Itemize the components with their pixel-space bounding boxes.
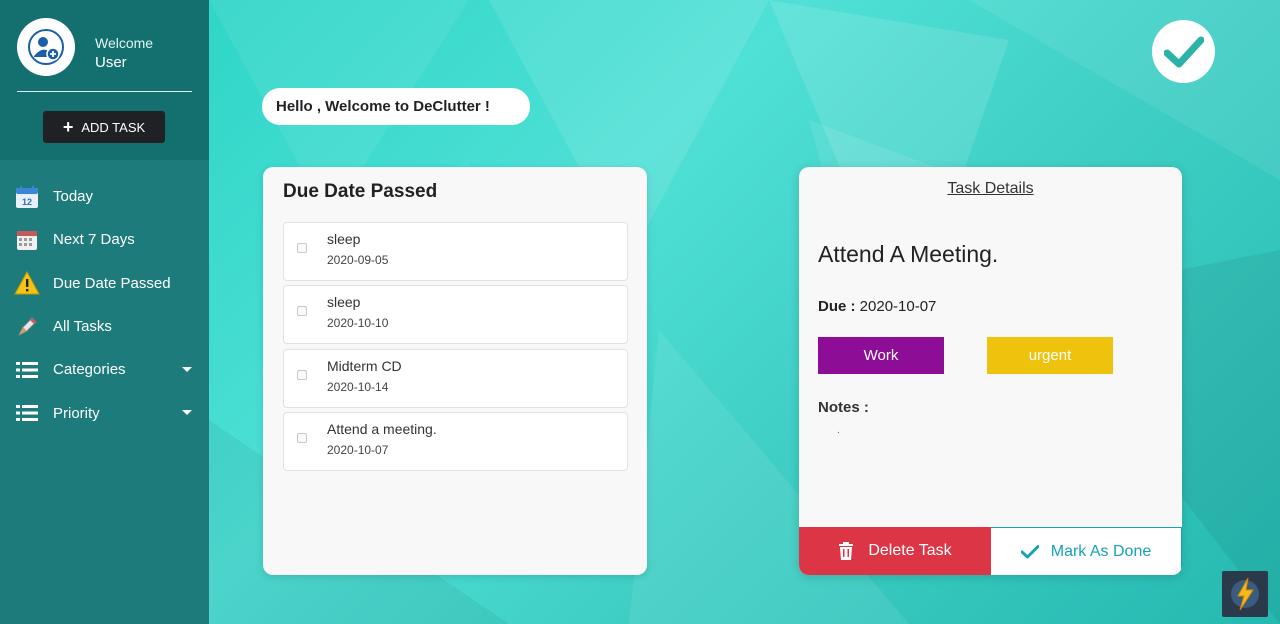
task-date: 2020-10-10 (327, 316, 389, 331)
sidebar-item-label: Priority (53, 404, 100, 422)
chevron-down-icon[interactable] (182, 366, 192, 372)
app-logo-check-icon (1152, 20, 1215, 83)
calendar-week-icon (14, 227, 40, 253)
sidebar-item-due-date-passed[interactable]: Due Date Passed (0, 262, 209, 305)
task-checkbox[interactable] (297, 433, 307, 444)
panel-title: Due Date Passed (283, 181, 438, 202)
list-item[interactable]: Attend a meeting. 2020-10-07 (283, 412, 628, 472)
sidebar-item-categories[interactable]: Categories (0, 348, 209, 391)
greeting-banner: Hello , Welcome to DeClutter ! (262, 88, 530, 125)
sidebar-item-all-tasks[interactable]: All Tasks (0, 305, 209, 348)
sidebar-profile-section: Welcome User + ADD TASK (0, 0, 209, 160)
task-name: sleep (327, 294, 361, 311)
category-badge: Work (818, 337, 944, 374)
due-label: Due : (818, 298, 856, 315)
task-date: 2020-10-14 (327, 379, 389, 394)
due-date-passed-panel: Due Date Passed sleep 2020-09-05 sleep 2… (263, 167, 647, 575)
task-checkbox[interactable] (297, 369, 307, 380)
sidebar-item-label: Next 7 Days (53, 231, 135, 249)
list-item[interactable]: sleep 2020-09-05 (283, 222, 628, 281)
svg-text:12: 12 (22, 197, 32, 207)
task-date: 2020-10-07 (327, 443, 389, 458)
list-item[interactable]: Midterm CD 2020-10-14 (283, 348, 628, 408)
sidebar: Welcome User + ADD TASK 12 Today Next 7 … (0, 0, 209, 624)
task-name: Midterm CD (327, 357, 402, 374)
task-details-header: Task Details (947, 180, 1034, 197)
task-checkbox[interactable] (297, 243, 307, 253)
done-label: Mark As Done (1050, 542, 1152, 560)
main-area: Hello , Welcome to DeClutter ! Due Date … (209, 0, 1280, 624)
add-task-label: ADD TASK (81, 119, 146, 135)
task-due: Due : 2020-10-07 (818, 298, 936, 315)
task-name: sleep (327, 231, 361, 247)
pen-icon (14, 314, 40, 340)
priority-badge: urgent (987, 337, 1113, 374)
list-item[interactable]: sleep 2020-10-10 (283, 285, 628, 345)
task-checkbox[interactable] (297, 306, 307, 317)
sidebar-item-label: Categories (53, 361, 126, 379)
sidebar-item-priority[interactable]: Priority (0, 391, 209, 434)
list-icon (14, 400, 40, 426)
mark-as-done-button[interactable]: Mark As Done (991, 527, 1182, 575)
user-plus-icon (28, 29, 64, 65)
calendar-today-icon: 12 (14, 184, 40, 210)
delete-label: Delete Task (868, 542, 952, 559)
task-list: sleep 2020-09-05 sleep 2020-10-10 Midter… (283, 222, 628, 476)
due-date: 2020-10-07 (859, 298, 937, 315)
notes-text: . (837, 425, 840, 436)
check-icon (1020, 544, 1039, 558)
sidebar-item-label: Due Date Passed (53, 274, 171, 292)
notes-label: Notes : (818, 399, 869, 416)
divider (17, 91, 192, 92)
task-details-panel: Task Details Attend A Meeting. Due : 202… (799, 167, 1182, 575)
welcome-text: Welcome (95, 35, 154, 51)
lightning-icon[interactable] (1222, 571, 1268, 617)
trash-icon (839, 542, 854, 560)
sidebar-nav: 12 Today Next 7 Days Due Date Passed All… (0, 175, 209, 435)
sidebar-item-today[interactable]: 12 Today (0, 175, 209, 218)
sidebar-item-label: All Tasks (53, 318, 112, 336)
avatar[interactable] (17, 18, 75, 76)
task-title: Attend A Meeting. (818, 241, 999, 267)
sidebar-item-label: Today (53, 188, 94, 206)
task-name: Attend a meeting. (327, 421, 437, 438)
username: User (95, 54, 127, 71)
list-icon (14, 357, 40, 383)
sidebar-item-next-7-days[interactable]: Next 7 Days (0, 218, 209, 261)
add-task-button[interactable]: + ADD TASK (43, 111, 165, 143)
delete-task-button[interactable]: Delete Task (799, 527, 991, 575)
warning-icon (14, 270, 40, 296)
chevron-down-icon[interactable] (182, 410, 192, 416)
task-date: 2020-09-05 (327, 253, 389, 267)
plus-icon: + (62, 117, 74, 137)
